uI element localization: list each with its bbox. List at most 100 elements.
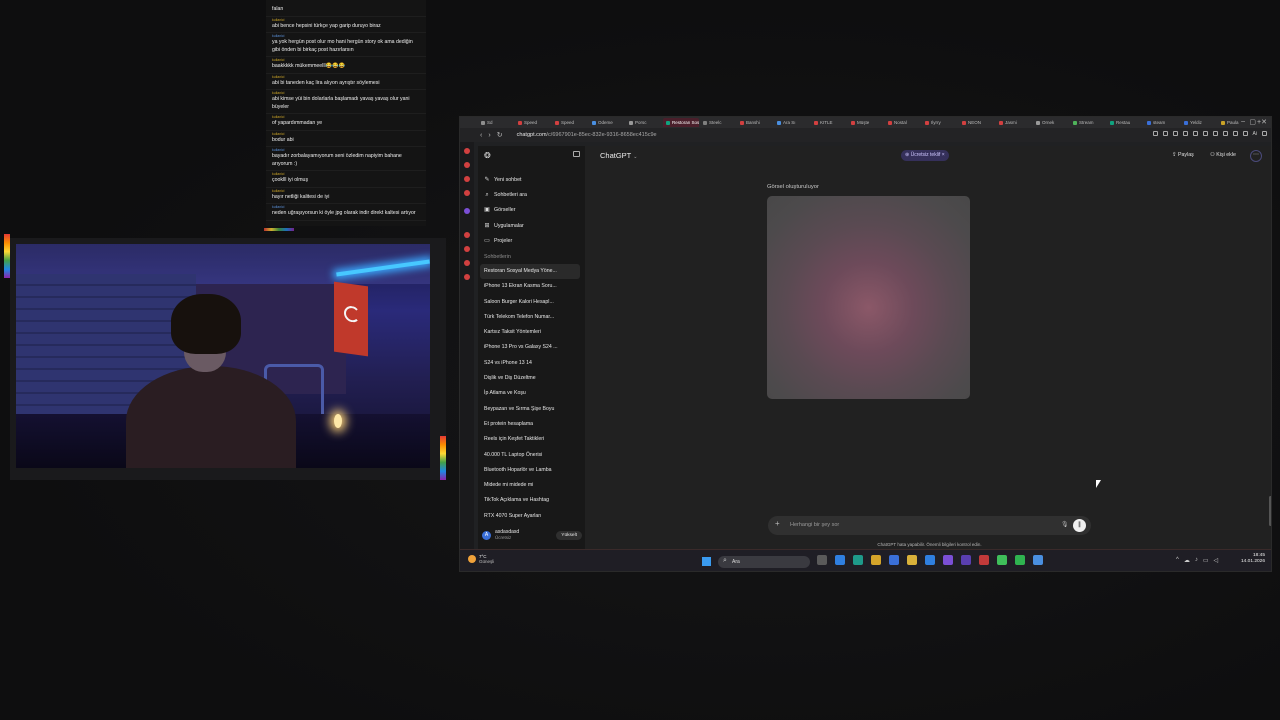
plus-icon[interactable]: +	[775, 519, 780, 528]
conversation-item[interactable]: Reels için Keşfet Taktikleri	[480, 432, 580, 447]
taskbar-app-icon[interactable]	[1015, 555, 1025, 565]
conversation-item[interactable]: iPhone 13 Pro vs Galaxy S24 ...	[480, 340, 580, 355]
rail-app-icon[interactable]	[464, 162, 470, 168]
rail-app-icon[interactable]	[464, 208, 470, 214]
composer[interactable]: + Herhangi bir şey sor 🎙 ∥	[768, 516, 1091, 535]
taskbar-app-icon[interactable]	[961, 555, 971, 565]
conversation-item[interactable]: Beypazarı ve Sırma Şişe Boyu	[480, 402, 580, 417]
conversation-item[interactable]: Kartsız Taksit Yöntemleri	[480, 325, 580, 340]
conversation-item[interactable]: İp Atlama ve Koşu	[480, 386, 580, 401]
taskbar-app-icon[interactable]	[997, 555, 1007, 565]
free-offer-badge[interactable]: ⊛ Ücretsiz teklif ×	[901, 150, 949, 161]
extension-icon[interactable]	[1172, 131, 1178, 136]
taskbar-app-icon[interactable]	[817, 555, 827, 565]
sidebar-item-images[interactable]: ▣ Görseller	[484, 203, 580, 218]
reload-icon[interactable]: ↻	[497, 131, 503, 139]
menu-icon[interactable]	[1262, 131, 1267, 136]
extension-icon[interactable]	[1202, 131, 1208, 136]
conversation-item[interactable]: Et protein hesaplama	[480, 417, 580, 432]
browser-tab[interactable]: Restoran Sos	[663, 118, 699, 127]
conversation-item[interactable]: S24 vs iPhone 13 14	[480, 356, 580, 371]
cloud-icon[interactable]: ☁	[1184, 557, 1190, 564]
model-selector[interactable]: ChatGPT ⌄	[600, 151, 637, 160]
taskbar-app-icon[interactable]	[943, 555, 953, 565]
conversation-item[interactable]: 40.000 TL Laptop Önerisi	[480, 448, 580, 463]
conversation-item[interactable]: Saloon Burger Kalori Hesapl...	[480, 295, 580, 310]
extension-icon[interactable]	[1162, 131, 1168, 136]
taskbar-app-icon[interactable]	[979, 555, 989, 565]
extension-icon[interactable]	[1212, 131, 1218, 136]
close-icon[interactable]: ×	[942, 152, 945, 158]
browser-tab[interactable]: Restau	[1107, 118, 1143, 127]
more-options-icon[interactable]: ⋯	[1250, 150, 1262, 162]
ai-extension[interactable]: Ai	[1253, 131, 1257, 137]
browser-tab[interactable]: Porsc	[626, 118, 662, 127]
conversation-item[interactable]: TikTok Açıklama ve Hashtag	[480, 493, 580, 508]
user-account[interactable]: A asdasdasd Ücretsiz Yükselt	[482, 525, 582, 545]
share-button[interactable]: ⇪ Paylaş	[1172, 152, 1194, 158]
browser-tab[interactable]: Sd	[478, 118, 514, 127]
taskbar-app-icon[interactable]	[907, 555, 917, 565]
rail-app-icon[interactable]	[464, 260, 470, 266]
browser-tab[interactable]: Speed	[515, 118, 551, 127]
browser-tab[interactable]: Odeme	[589, 118, 625, 127]
browser-tab[interactable]: Banshi	[737, 118, 773, 127]
rail-app-icon[interactable]	[464, 176, 470, 182]
browser-tab[interactable]: Steelc	[700, 118, 736, 127]
chevron-up-icon[interactable]: ^	[1176, 557, 1179, 564]
browser-tab[interactable]: NEON	[959, 118, 995, 127]
browser-tab[interactable]: Müşte	[848, 118, 884, 127]
rail-app-icon[interactable]	[464, 246, 470, 252]
taskbar-app-icon[interactable]	[1033, 555, 1043, 565]
taskbar-app-icon[interactable]	[925, 555, 935, 565]
forward-icon[interactable]: ›	[488, 132, 490, 139]
minimize-icon[interactable]: –	[1241, 118, 1245, 125]
conversation-item[interactable]: Türk Telekom Telefon Numar...	[480, 310, 580, 325]
sidebar-item-new-chat[interactable]: ✎ Yeni sohbet	[484, 172, 580, 187]
start-button[interactable]	[702, 557, 711, 566]
weather-widget[interactable]: 7°C Güneşli	[468, 554, 494, 564]
taskbar-app-icon[interactable]	[889, 555, 899, 565]
browser-tab[interactable]: Yeldiz	[1181, 118, 1217, 127]
conversation-item[interactable]: iPhone 13 Ekran Kasma Soru...	[480, 279, 580, 294]
conversation-item[interactable]: Midede mi midede mi	[480, 478, 580, 493]
extension-icon[interactable]	[1222, 131, 1228, 136]
conversation-item[interactable]: Dişlik ve Diş Düzeltme	[480, 371, 580, 386]
add-person-button[interactable]: ⚇ Kişi ekle	[1210, 152, 1236, 158]
rail-app-icon[interactable]	[464, 148, 470, 154]
browser-tab[interactable]: KITLE	[811, 118, 847, 127]
prompt-input[interactable]: Herhangi bir şey sor	[790, 522, 839, 528]
taskbar-search[interactable]: ⌕ Ara	[718, 556, 810, 568]
browser-tab[interactable]: Stream	[1070, 118, 1106, 127]
clock[interactable]: 18:45 14.01.2026	[1241, 553, 1265, 565]
taskbar-app-icon[interactable]	[871, 555, 881, 565]
maximize-icon[interactable]: ▢	[1249, 118, 1256, 126]
sidebar-item-search[interactable]: ⌕ Sohbetleri ara	[484, 187, 580, 202]
conversation-item[interactable]: Restoran Sosyal Medya Yöne...	[480, 264, 580, 280]
sidebar-item-apps[interactable]: ⊞ Uygulamalar	[484, 218, 580, 233]
taskbar-app-icon[interactable]	[853, 555, 863, 565]
voice-mode-button[interactable]: ∥	[1073, 519, 1086, 532]
browser-tab[interactable]: Ornek	[1033, 118, 1069, 127]
sidebar-toggle-icon[interactable]	[573, 151, 580, 157]
extension-icon[interactable]	[1152, 131, 1158, 136]
extension-icon[interactable]	[1242, 131, 1248, 136]
extension-icon[interactable]	[1232, 131, 1238, 136]
rail-app-icon[interactable]	[464, 190, 470, 196]
upgrade-button[interactable]: Yükselt	[556, 530, 582, 540]
browser-tab[interactable]: Nostal	[885, 118, 921, 127]
browser-tab[interactable]: Ara Sı	[774, 118, 810, 127]
openai-logo-icon[interactable]: ❂	[484, 151, 491, 160]
mic-icon[interactable]: ♪	[1195, 557, 1198, 564]
url-field[interactable]: chatgpt.com/c/6967901e-85ec-832e-9316-86…	[517, 132, 657, 138]
taskbar-app-icon[interactable]	[835, 555, 845, 565]
rail-app-icon[interactable]	[464, 232, 470, 238]
volume-icon[interactable]: ◁	[1214, 557, 1219, 564]
microphone-icon[interactable]: 🎙	[1061, 521, 1069, 528]
browser-tab[interactable]: steam	[1144, 118, 1180, 127]
browser-tab[interactable]: Jasmi	[996, 118, 1032, 127]
sidebar-item-folder[interactable]: ▭ Projeler	[484, 233, 580, 248]
conversation-item[interactable]: Bluetooth Hoparlör ve Lamba	[480, 463, 580, 478]
back-icon[interactable]: ‹	[480, 132, 482, 139]
network-icon[interactable]: ▭	[1203, 557, 1209, 564]
